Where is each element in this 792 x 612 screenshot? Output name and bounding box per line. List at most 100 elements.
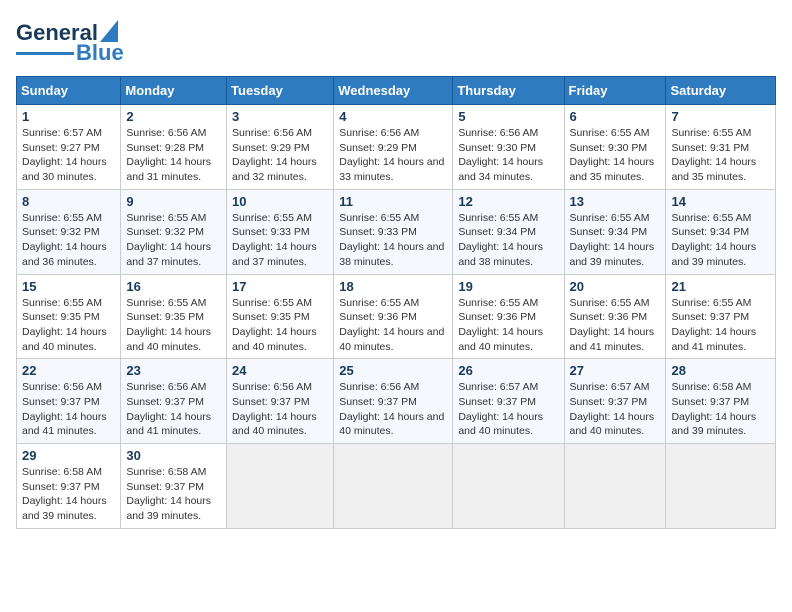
day-detail: Sunrise: 6:56 AMSunset: 9:37 PMDaylight:… [126, 381, 211, 437]
col-header-friday: Friday [564, 77, 666, 105]
col-header-tuesday: Tuesday [227, 77, 334, 105]
table-row: 20 Sunrise: 6:55 AMSunset: 9:36 PMDaylig… [564, 274, 666, 359]
day-number: 12 [458, 194, 558, 209]
table-row: 23 Sunrise: 6:56 AMSunset: 9:37 PMDaylig… [121, 359, 227, 444]
day-number: 25 [339, 363, 447, 378]
table-row: 27 Sunrise: 6:57 AMSunset: 9:37 PMDaylig… [564, 359, 666, 444]
table-row: 1 Sunrise: 6:57 AMSunset: 9:27 PMDayligh… [17, 105, 121, 190]
day-detail: Sunrise: 6:55 AMSunset: 9:33 PMDaylight:… [339, 212, 444, 268]
table-row: 3 Sunrise: 6:56 AMSunset: 9:29 PMDayligh… [227, 105, 334, 190]
day-number: 26 [458, 363, 558, 378]
day-number: 27 [570, 363, 661, 378]
day-number: 15 [22, 279, 115, 294]
day-detail: Sunrise: 6:55 AMSunset: 9:33 PMDaylight:… [232, 212, 317, 268]
table-row: 24 Sunrise: 6:56 AMSunset: 9:37 PMDaylig… [227, 359, 334, 444]
day-number: 20 [570, 279, 661, 294]
col-header-sunday: Sunday [17, 77, 121, 105]
table-row: 18 Sunrise: 6:55 AMSunset: 9:36 PMDaylig… [334, 274, 453, 359]
table-row [453, 444, 564, 529]
day-detail: Sunrise: 6:56 AMSunset: 9:28 PMDaylight:… [126, 127, 211, 183]
table-row: 11 Sunrise: 6:55 AMSunset: 9:33 PMDaylig… [334, 189, 453, 274]
day-detail: Sunrise: 6:55 AMSunset: 9:34 PMDaylight:… [570, 212, 655, 268]
day-number: 9 [126, 194, 221, 209]
table-row: 2 Sunrise: 6:56 AMSunset: 9:28 PMDayligh… [121, 105, 227, 190]
table-row: 25 Sunrise: 6:56 AMSunset: 9:37 PMDaylig… [334, 359, 453, 444]
day-number: 7 [671, 109, 770, 124]
day-detail: Sunrise: 6:56 AMSunset: 9:29 PMDaylight:… [339, 127, 444, 183]
table-row: 28 Sunrise: 6:58 AMSunset: 9:37 PMDaylig… [666, 359, 776, 444]
day-detail: Sunrise: 6:56 AMSunset: 9:37 PMDaylight:… [339, 381, 444, 437]
day-detail: Sunrise: 6:55 AMSunset: 9:37 PMDaylight:… [671, 297, 756, 353]
table-row: 10 Sunrise: 6:55 AMSunset: 9:33 PMDaylig… [227, 189, 334, 274]
table-row: 21 Sunrise: 6:55 AMSunset: 9:37 PMDaylig… [666, 274, 776, 359]
day-number: 13 [570, 194, 661, 209]
day-detail: Sunrise: 6:57 AMSunset: 9:37 PMDaylight:… [570, 381, 655, 437]
day-detail: Sunrise: 6:56 AMSunset: 9:30 PMDaylight:… [458, 127, 543, 183]
day-number: 23 [126, 363, 221, 378]
day-number: 24 [232, 363, 328, 378]
table-row: 17 Sunrise: 6:55 AMSunset: 9:35 PMDaylig… [227, 274, 334, 359]
table-row: 29 Sunrise: 6:58 AMSunset: 9:37 PMDaylig… [17, 444, 121, 529]
day-number: 6 [570, 109, 661, 124]
header: General Blue [16, 16, 776, 66]
day-number: 10 [232, 194, 328, 209]
table-row: 13 Sunrise: 6:55 AMSunset: 9:34 PMDaylig… [564, 189, 666, 274]
day-number: 30 [126, 448, 221, 463]
day-detail: Sunrise: 6:55 AMSunset: 9:35 PMDaylight:… [126, 297, 211, 353]
table-row: 26 Sunrise: 6:57 AMSunset: 9:37 PMDaylig… [453, 359, 564, 444]
col-header-saturday: Saturday [666, 77, 776, 105]
day-detail: Sunrise: 6:55 AMSunset: 9:34 PMDaylight:… [671, 212, 756, 268]
table-row: 5 Sunrise: 6:56 AMSunset: 9:30 PMDayligh… [453, 105, 564, 190]
day-detail: Sunrise: 6:55 AMSunset: 9:34 PMDaylight:… [458, 212, 543, 268]
table-row [227, 444, 334, 529]
table-row [334, 444, 453, 529]
table-row [564, 444, 666, 529]
table-row: 8 Sunrise: 6:55 AMSunset: 9:32 PMDayligh… [17, 189, 121, 274]
day-detail: Sunrise: 6:57 AMSunset: 9:27 PMDaylight:… [22, 127, 107, 183]
table-row: 9 Sunrise: 6:55 AMSunset: 9:32 PMDayligh… [121, 189, 227, 274]
day-detail: Sunrise: 6:58 AMSunset: 9:37 PMDaylight:… [671, 381, 756, 437]
logo-icon [100, 20, 118, 42]
table-row: 19 Sunrise: 6:55 AMSunset: 9:36 PMDaylig… [453, 274, 564, 359]
day-detail: Sunrise: 6:55 AMSunset: 9:35 PMDaylight:… [232, 297, 317, 353]
day-detail: Sunrise: 6:56 AMSunset: 9:29 PMDaylight:… [232, 127, 317, 183]
day-detail: Sunrise: 6:55 AMSunset: 9:32 PMDaylight:… [126, 212, 211, 268]
day-number: 8 [22, 194, 115, 209]
day-detail: Sunrise: 6:55 AMSunset: 9:32 PMDaylight:… [22, 212, 107, 268]
day-number: 29 [22, 448, 115, 463]
table-row: 15 Sunrise: 6:55 AMSunset: 9:35 PMDaylig… [17, 274, 121, 359]
day-number: 2 [126, 109, 221, 124]
day-number: 14 [671, 194, 770, 209]
logo: General Blue [16, 20, 124, 66]
day-detail: Sunrise: 6:56 AMSunset: 9:37 PMDaylight:… [232, 381, 317, 437]
table-row: 14 Sunrise: 6:55 AMSunset: 9:34 PMDaylig… [666, 189, 776, 274]
col-header-thursday: Thursday [453, 77, 564, 105]
day-number: 1 [22, 109, 115, 124]
day-detail: Sunrise: 6:58 AMSunset: 9:37 PMDaylight:… [22, 466, 107, 522]
day-number: 16 [126, 279, 221, 294]
day-number: 17 [232, 279, 328, 294]
day-detail: Sunrise: 6:55 AMSunset: 9:36 PMDaylight:… [570, 297, 655, 353]
day-detail: Sunrise: 6:55 AMSunset: 9:31 PMDaylight:… [671, 127, 756, 183]
day-number: 19 [458, 279, 558, 294]
day-number: 22 [22, 363, 115, 378]
day-detail: Sunrise: 6:55 AMSunset: 9:36 PMDaylight:… [339, 297, 444, 353]
col-header-monday: Monday [121, 77, 227, 105]
day-number: 5 [458, 109, 558, 124]
table-row: 7 Sunrise: 6:55 AMSunset: 9:31 PMDayligh… [666, 105, 776, 190]
table-row [666, 444, 776, 529]
day-number: 28 [671, 363, 770, 378]
col-header-wednesday: Wednesday [334, 77, 453, 105]
day-number: 3 [232, 109, 328, 124]
table-row: 22 Sunrise: 6:56 AMSunset: 9:37 PMDaylig… [17, 359, 121, 444]
table-row: 16 Sunrise: 6:55 AMSunset: 9:35 PMDaylig… [121, 274, 227, 359]
day-detail: Sunrise: 6:56 AMSunset: 9:37 PMDaylight:… [22, 381, 107, 437]
day-detail: Sunrise: 6:57 AMSunset: 9:37 PMDaylight:… [458, 381, 543, 437]
table-row: 6 Sunrise: 6:55 AMSunset: 9:30 PMDayligh… [564, 105, 666, 190]
day-number: 21 [671, 279, 770, 294]
day-number: 4 [339, 109, 447, 124]
day-number: 18 [339, 279, 447, 294]
table-row: 4 Sunrise: 6:56 AMSunset: 9:29 PMDayligh… [334, 105, 453, 190]
table-row: 12 Sunrise: 6:55 AMSunset: 9:34 PMDaylig… [453, 189, 564, 274]
table-row: 30 Sunrise: 6:58 AMSunset: 9:37 PMDaylig… [121, 444, 227, 529]
